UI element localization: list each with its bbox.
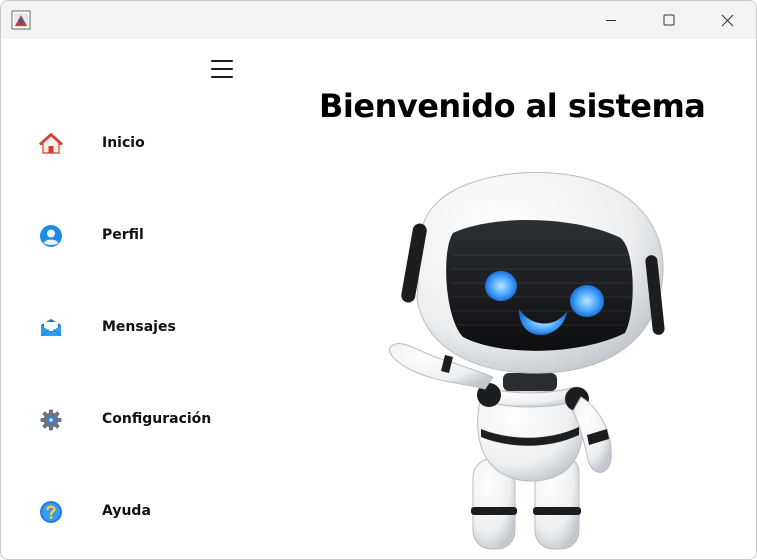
java-app-icon — [11, 10, 31, 30]
maximize-icon — [663, 14, 675, 26]
robot-illustration — [389, 172, 665, 550]
mail-icon — [31, 308, 71, 348]
hamburger-line — [211, 76, 233, 78]
nav-label-mensajes: Mensajes — [102, 319, 176, 335]
hamburger-line — [211, 60, 233, 62]
hamburger-menu-icon[interactable] — [211, 60, 233, 78]
nav-label-inicio: Inicio — [102, 135, 145, 151]
main-content: Inicio Perfil Mensajes Configuración Ayu… — [1, 39, 756, 559]
nav-label-perfil: Perfil — [102, 227, 144, 243]
help-icon — [31, 492, 71, 532]
title-bar — [1, 1, 756, 39]
nav-label-configuracion: Configuración — [102, 411, 212, 427]
welcome-title: Bienvenido al sistema — [319, 87, 706, 125]
app-window: Inicio Perfil Mensajes Configuración Ayu… — [0, 0, 757, 560]
close-button[interactable] — [699, 1, 755, 39]
gear-icon — [31, 400, 71, 440]
nav-label-ayuda: Ayuda — [102, 503, 151, 519]
nav-item-mensajes[interactable]: Mensajes — [31, 306, 271, 350]
minimize-button[interactable] — [583, 1, 639, 39]
minimize-icon — [606, 20, 616, 21]
home-icon — [31, 124, 71, 164]
nav-item-configuracion[interactable]: Configuración — [31, 398, 271, 442]
nav-item-inicio[interactable]: Inicio — [31, 122, 271, 166]
nav-item-perfil[interactable]: Perfil — [31, 214, 271, 258]
robot-head — [401, 172, 665, 374]
close-icon — [721, 14, 733, 26]
user-icon — [31, 216, 71, 256]
hamburger-line — [211, 68, 233, 70]
nav-item-ayuda[interactable]: Ayuda — [31, 490, 271, 534]
maximize-button[interactable] — [641, 1, 697, 39]
